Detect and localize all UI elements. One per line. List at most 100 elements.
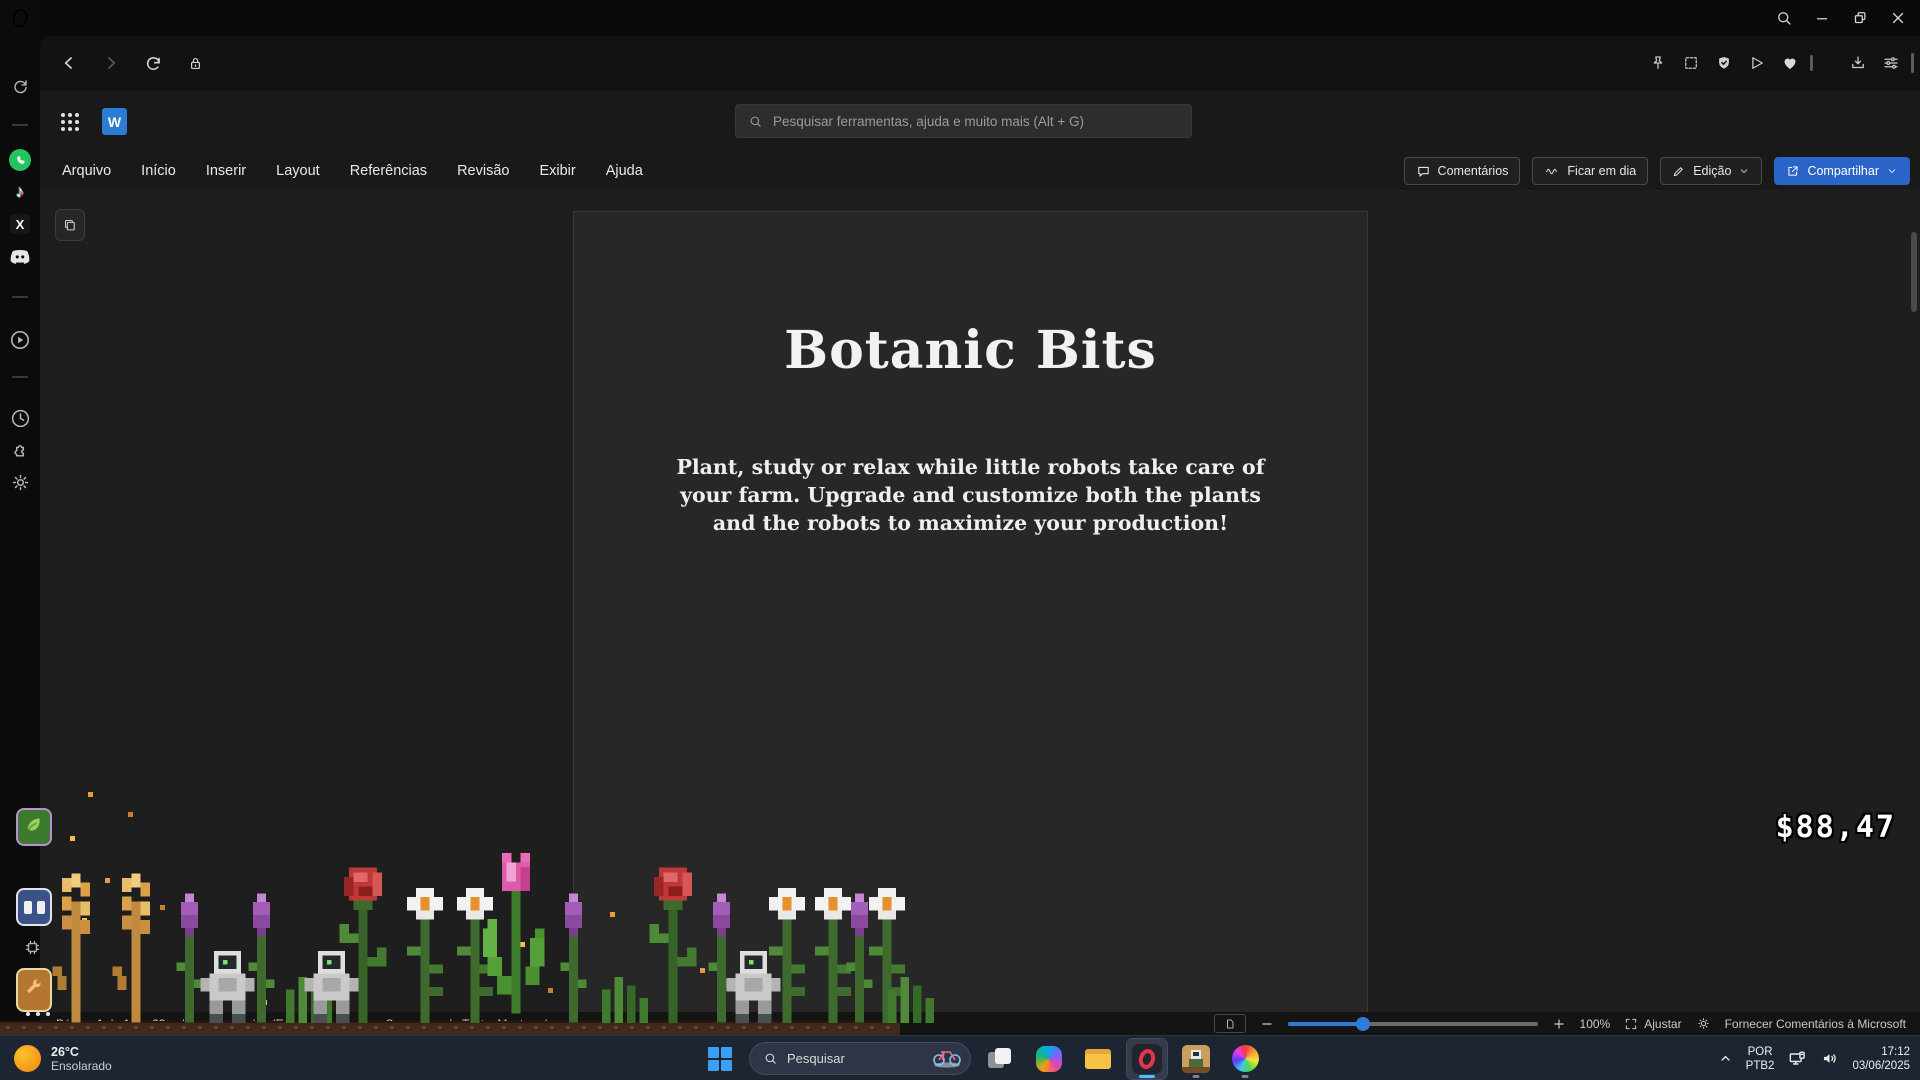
- tab-layout[interactable]: Layout: [276, 163, 320, 179]
- sidebar-divider: [12, 296, 28, 298]
- editing-mode-button[interactable]: Edição: [1660, 157, 1762, 185]
- restore-button[interactable]: [1846, 4, 1874, 32]
- share-icon: [1786, 164, 1800, 178]
- refresh-icon[interactable]: [6, 72, 34, 100]
- share-label: Compartilhar: [1807, 164, 1879, 178]
- zoom-level[interactable]: 100%: [1580, 1017, 1611, 1031]
- page-view-button[interactable]: [1214, 1014, 1246, 1033]
- zoom-slider-thumb[interactable]: [1356, 1017, 1370, 1031]
- status-item[interactable]: 23 palavras: [152, 1017, 214, 1031]
- tab-inserir[interactable]: Inserir: [206, 163, 246, 179]
- settings-gear-icon[interactable]: [6, 468, 34, 496]
- whatsapp-icon[interactable]: [6, 146, 34, 174]
- reload-icon[interactable]: [140, 50, 166, 76]
- history-clock-icon[interactable]: [6, 404, 34, 432]
- comments-button[interactable]: Comentários: [1404, 157, 1521, 185]
- copilot-button[interactable]: [1029, 1039, 1069, 1079]
- tab-referencias[interactable]: Referências: [350, 163, 427, 179]
- player-icon[interactable]: [6, 326, 34, 354]
- minimize-button[interactable]: [1808, 4, 1836, 32]
- fit-button[interactable]: Ajustar: [1624, 1017, 1681, 1031]
- windows-logo-icon: [708, 1047, 732, 1071]
- comments-label: Comentários: [1438, 164, 1509, 178]
- document-page[interactable]: Botanic Bits Plant, study or relax while…: [573, 211, 1368, 1012]
- extensions-puzzle-icon[interactable]: [6, 436, 34, 464]
- tab-arquivo[interactable]: Arquivo: [62, 163, 111, 179]
- close-button[interactable]: [1884, 4, 1912, 32]
- language-indicator[interactable]: POR PTB2: [1746, 1045, 1775, 1073]
- tiktok-icon[interactable]: ♪: [6, 178, 34, 206]
- tab-inicio[interactable]: Início: [141, 163, 176, 179]
- more-options-dots[interactable]: [26, 1012, 50, 1016]
- task-view-button[interactable]: [980, 1039, 1020, 1079]
- fit-icon: [1624, 1017, 1638, 1031]
- tab-ajuda[interactable]: Ajuda: [606, 163, 643, 179]
- page-scrollbar[interactable]: [1911, 232, 1917, 312]
- zoom-in-icon[interactable]: [1552, 1017, 1566, 1031]
- back-icon[interactable]: [56, 50, 82, 76]
- bicycle-icon: [930, 1045, 964, 1072]
- weather-condition: Ensolarado: [51, 1059, 112, 1073]
- wrench-icon: [23, 977, 45, 1004]
- app-launcher-icon[interactable]: [58, 110, 82, 139]
- panel-setup-icon[interactable]: [1878, 50, 1904, 76]
- zoom-out-icon[interactable]: [1260, 1017, 1274, 1031]
- favorite-heart-icon[interactable]: [1777, 50, 1803, 76]
- opera-sidebar: ♪ X: [0, 0, 40, 1035]
- start-button[interactable]: [700, 1039, 740, 1079]
- tab-revisao[interactable]: Revisão: [457, 163, 509, 179]
- window-controls: [1770, 0, 1912, 36]
- volume-icon[interactable]: [1820, 1049, 1839, 1068]
- forward-icon[interactable]: [98, 50, 124, 76]
- share-button[interactable]: Compartilhar: [1774, 157, 1910, 185]
- site-info-lock-icon[interactable]: [182, 50, 208, 76]
- feedback-link[interactable]: Fornecer Comentários à Microsoft: [1725, 1017, 1906, 1031]
- zoom-slider[interactable]: [1288, 1022, 1538, 1026]
- taskbar-center: Pesquisar: [700, 1036, 1265, 1080]
- file-explorer-button[interactable]: [1078, 1039, 1118, 1079]
- ad-blocker-shield-icon[interactable]: [1711, 50, 1737, 76]
- ribbon-tabs: Arquivo Início Inserir Layout Referências Rev…: [40, 163, 643, 179]
- pixel-game-taskbar-button[interactable]: [1176, 1039, 1216, 1079]
- hidden-icons-chevron[interactable]: [1718, 1051, 1733, 1066]
- plants-menu-button[interactable]: [16, 808, 52, 846]
- toolbar-separator: [1810, 55, 1813, 71]
- opera-gx-taskbar-button[interactable]: [1127, 1039, 1167, 1079]
- tab-exibir[interactable]: Exibir: [539, 163, 575, 179]
- windows-taskbar: 26°C Ensolarado Pesquisar: [0, 1035, 1920, 1080]
- status-item[interactable]: Inglês (Estados Unidos): [236, 1017, 363, 1031]
- word-search-box[interactable]: Pesquisar ferramentas, ajuda e muito mai…: [735, 104, 1192, 138]
- status-item[interactable]: Sugestões de Texto: Mostrando: [386, 1017, 555, 1031]
- search-icon[interactable]: [1770, 4, 1798, 32]
- word-app-icon[interactable]: W: [102, 108, 127, 135]
- x-icon[interactable]: X: [6, 210, 34, 238]
- catch-up-button[interactable]: Ficar em dia: [1532, 157, 1648, 185]
- chevron-down-icon: [1738, 165, 1750, 177]
- tools-menu-button[interactable]: [16, 968, 52, 1012]
- document-canvas: Botanic Bits Plant, study or relax while…: [40, 190, 1920, 1012]
- chevron-down-icon: [1886, 165, 1898, 177]
- copilot-icon: [1036, 1046, 1062, 1072]
- pencil-icon: [1672, 164, 1686, 178]
- pin-icon[interactable]: [1645, 50, 1671, 76]
- search-icon: [748, 114, 763, 129]
- snapshot-icon[interactable]: [1678, 50, 1704, 76]
- status-item[interactable]: Página 1 de 1: [56, 1017, 130, 1031]
- brightness-icon[interactable]: [1696, 1016, 1711, 1031]
- taskbar-search[interactable]: Pesquisar: [749, 1042, 971, 1075]
- paste-button[interactable]: [55, 209, 85, 241]
- word-ribbon-row: Arquivo Início Inserir Layout Referências Rev…: [40, 152, 1920, 190]
- weather-widget[interactable]: 26°C Ensolarado: [14, 1036, 112, 1080]
- network-icon[interactable]: [1787, 1049, 1807, 1069]
- discord-icon[interactable]: [6, 242, 34, 270]
- downloads-icon[interactable]: [1845, 50, 1871, 76]
- color-wheel-taskbar-button[interactable]: [1225, 1039, 1265, 1079]
- chip-icon[interactable]: [23, 938, 42, 957]
- word-search-placeholder: Pesquisar ferramentas, ajuda e muito mai…: [773, 114, 1084, 129]
- color-wheel-icon: [1232, 1045, 1259, 1072]
- flow-icon[interactable]: [1744, 50, 1770, 76]
- clock-widget[interactable]: 17:12 03/06/2025: [1852, 1045, 1910, 1073]
- opera-gx-icon: [1132, 1044, 1162, 1074]
- robots-menu-button[interactable]: [16, 888, 52, 926]
- opera-gx-logo-icon[interactable]: [9, 7, 31, 29]
